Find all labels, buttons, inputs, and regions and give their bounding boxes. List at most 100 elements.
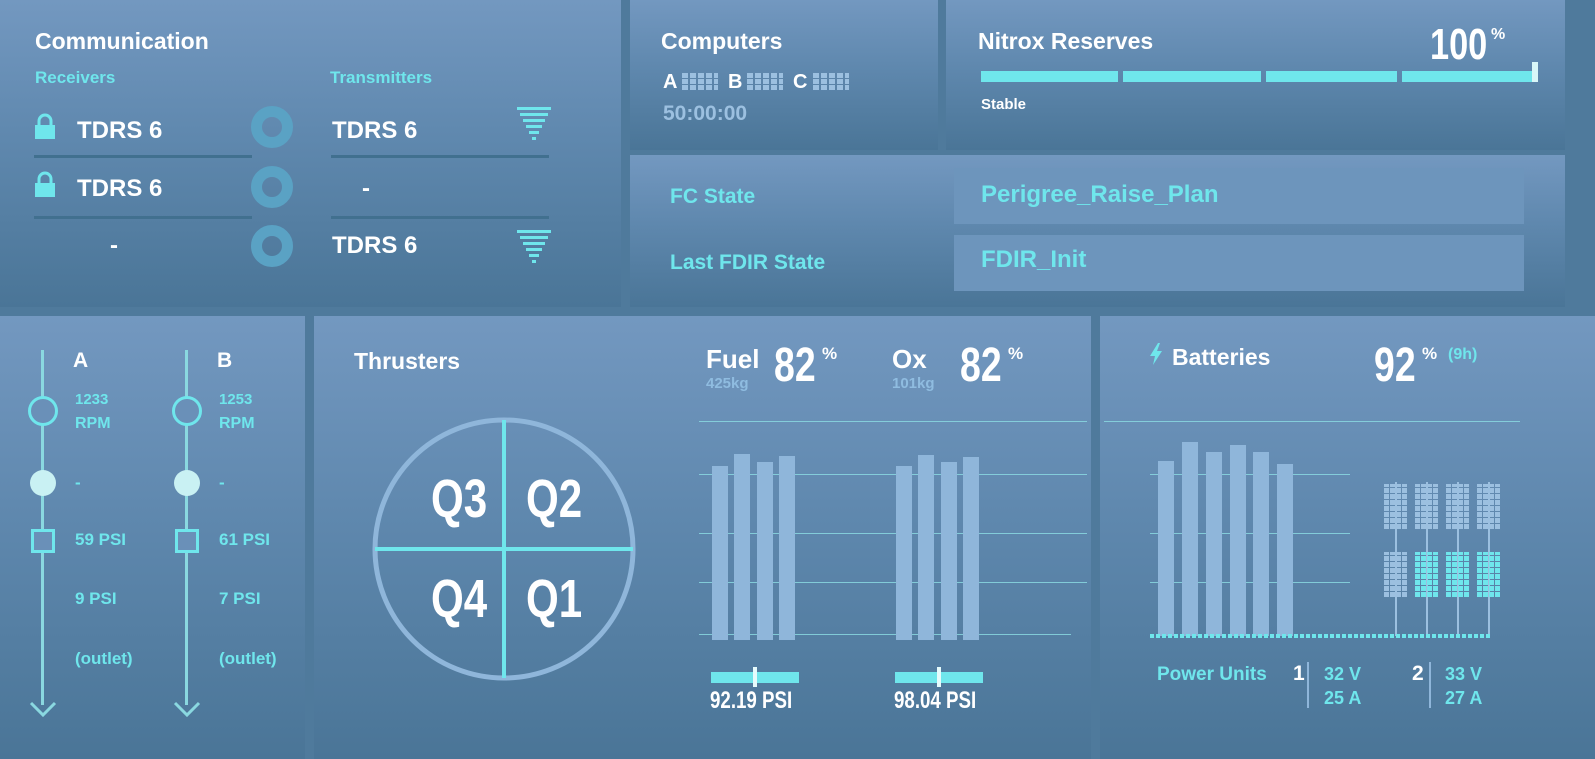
nitrox-level-marker xyxy=(1532,62,1538,82)
fuel-bar xyxy=(734,454,750,640)
power-unit-2-divider xyxy=(1429,662,1431,708)
pump-a-psi2: 9 PSI xyxy=(75,589,117,608)
lock-icon xyxy=(35,171,55,197)
battery-bar xyxy=(1182,442,1198,636)
batteries-panel: Batteries 92 % (9h) Power Units 1 32 V 2… xyxy=(1100,316,1595,759)
quadrant-q4[interactable]: Q4 xyxy=(431,568,503,630)
fc-state-label: FC State xyxy=(670,185,756,208)
battery-bar xyxy=(1230,445,1246,636)
quadrant-q3[interactable]: Q3 xyxy=(431,468,503,530)
ox-pressure-handle[interactable] xyxy=(937,667,941,687)
receiver-3[interactable]: - xyxy=(110,232,118,260)
thrusters-panel: Thrusters Q3 Q2 Q4 Q1 Fuel 425kg 82 % Ox… xyxy=(314,316,1091,759)
pump-b-dash: - xyxy=(219,473,225,492)
quadrant-q2[interactable]: Q2 xyxy=(526,468,598,530)
pump-a-outlet: (outlet) xyxy=(75,649,133,668)
pump-a-rpm: 1233 xyxy=(75,391,109,408)
ring-icon[interactable] xyxy=(251,106,293,148)
computer-b-grid xyxy=(747,73,783,90)
batteries-value: 92 xyxy=(1374,339,1416,392)
fuel-pressure-handle[interactable] xyxy=(753,667,757,687)
computers-panel: Computers A B C 50:00:00 xyxy=(630,0,938,150)
ox-bar xyxy=(896,466,912,640)
nitrox-segment xyxy=(1266,71,1397,82)
power-unit-2-voltage: 33 V xyxy=(1445,664,1483,684)
ox-mass: 101kg xyxy=(892,375,935,392)
ox-pressure: 98.04 PSI xyxy=(894,687,977,714)
pump-b-outlet: (outlet) xyxy=(219,649,277,668)
computer-a-label: A xyxy=(663,71,678,93)
fc-state-field[interactable]: Perigree_Raise_Plan xyxy=(954,168,1524,224)
gridline xyxy=(1104,421,1520,422)
nitrox-segment xyxy=(1402,71,1538,82)
arrow-down-icon xyxy=(29,701,57,717)
gridline xyxy=(1150,582,1350,583)
power-unit-1-voltage: 32 V xyxy=(1324,664,1362,684)
signal-icon xyxy=(517,230,551,263)
cell-block-active xyxy=(1477,552,1501,597)
receiver-1[interactable]: TDRS 6 xyxy=(77,117,162,145)
transmitter-3[interactable]: TDRS 6 xyxy=(332,232,417,260)
gridline xyxy=(1150,533,1350,534)
nitrox-segment xyxy=(1123,71,1261,82)
thrusters-title: Thrusters xyxy=(354,348,461,374)
fuel-value: 82 xyxy=(774,339,816,392)
pump-a-psi1: 59 PSI xyxy=(75,530,127,549)
circle-icon[interactable] xyxy=(172,396,202,426)
fuel-pressure-slider[interactable] xyxy=(711,667,799,687)
computer-a-grid xyxy=(682,73,718,90)
circle-icon[interactable] xyxy=(28,396,58,426)
battery-baseline xyxy=(1150,634,1490,638)
filled-circle-icon[interactable] xyxy=(174,470,200,496)
pump-b-psi1: 61 PSI xyxy=(219,530,271,549)
fdir-value: FDIR_Init xyxy=(981,246,1087,273)
transmitter-1[interactable]: TDRS 6 xyxy=(332,117,417,145)
pump-a-dash: - xyxy=(75,473,81,492)
quadrant-q1[interactable]: Q1 xyxy=(526,568,598,630)
nitrox-level-bar xyxy=(981,62,1539,82)
ox-value-wrap: 82 xyxy=(960,338,1013,393)
battery-bar xyxy=(1277,464,1293,636)
fc-state-panel: FC State Perigree_Raise_Plan Last FDIR S… xyxy=(630,155,1565,307)
filled-circle-icon[interactable] xyxy=(30,470,56,496)
fuel-pressure: 92.19 PSI xyxy=(710,687,793,714)
gridline xyxy=(699,634,1071,635)
computers-timer: 50:00:00 xyxy=(663,102,748,125)
lock-icon xyxy=(35,113,55,139)
cell-block-active xyxy=(1415,552,1439,597)
computers-title: Computers xyxy=(661,28,783,54)
fuel-mass: 425kg xyxy=(706,375,749,392)
receiver-2[interactable]: TDRS 6 xyxy=(77,175,162,203)
ring-icon[interactable] xyxy=(251,225,293,267)
divider xyxy=(331,155,549,158)
square-icon[interactable] xyxy=(175,529,199,553)
signal-icon xyxy=(517,107,551,140)
computer-c-label: C xyxy=(793,71,808,93)
nitrox-status: Stable xyxy=(981,96,1027,113)
pumps-panel: A 1233 RPM - 59 PSI 9 PSI (outlet) B 125… xyxy=(0,316,305,759)
cell-block xyxy=(1446,484,1470,529)
fdir-field[interactable]: FDIR_Init xyxy=(954,235,1524,291)
batteries-duration: (9h) xyxy=(1448,346,1478,363)
fdir-label: Last FDIR State xyxy=(670,251,826,274)
transmitter-2[interactable]: - xyxy=(362,175,370,203)
fuel-pressure-wrap: 92.19 PSI xyxy=(710,687,815,715)
gridline xyxy=(1150,474,1350,475)
gridline xyxy=(699,421,1087,422)
fuel-unit: % xyxy=(822,344,838,363)
ring-icon[interactable] xyxy=(251,166,293,208)
ox-bar xyxy=(963,457,979,640)
pump-b-rpm: 1253 xyxy=(219,391,253,408)
fuel-bar xyxy=(757,462,773,640)
quadrant-dial: Q3 Q2 Q4 Q1 xyxy=(371,416,637,682)
ox-pressure-slider[interactable] xyxy=(895,667,983,687)
pump-a-label: A xyxy=(73,349,89,372)
power-unit-1-id: 1 xyxy=(1293,662,1305,685)
square-icon[interactable] xyxy=(31,529,55,553)
nitrox-value: 100 xyxy=(1430,20,1488,69)
batteries-value-wrap: 92 xyxy=(1374,338,1427,393)
battery-bar xyxy=(1206,452,1222,636)
pump-a-rpm-unit: RPM xyxy=(75,415,111,432)
bolt-icon xyxy=(1150,343,1162,365)
divider xyxy=(34,216,252,219)
